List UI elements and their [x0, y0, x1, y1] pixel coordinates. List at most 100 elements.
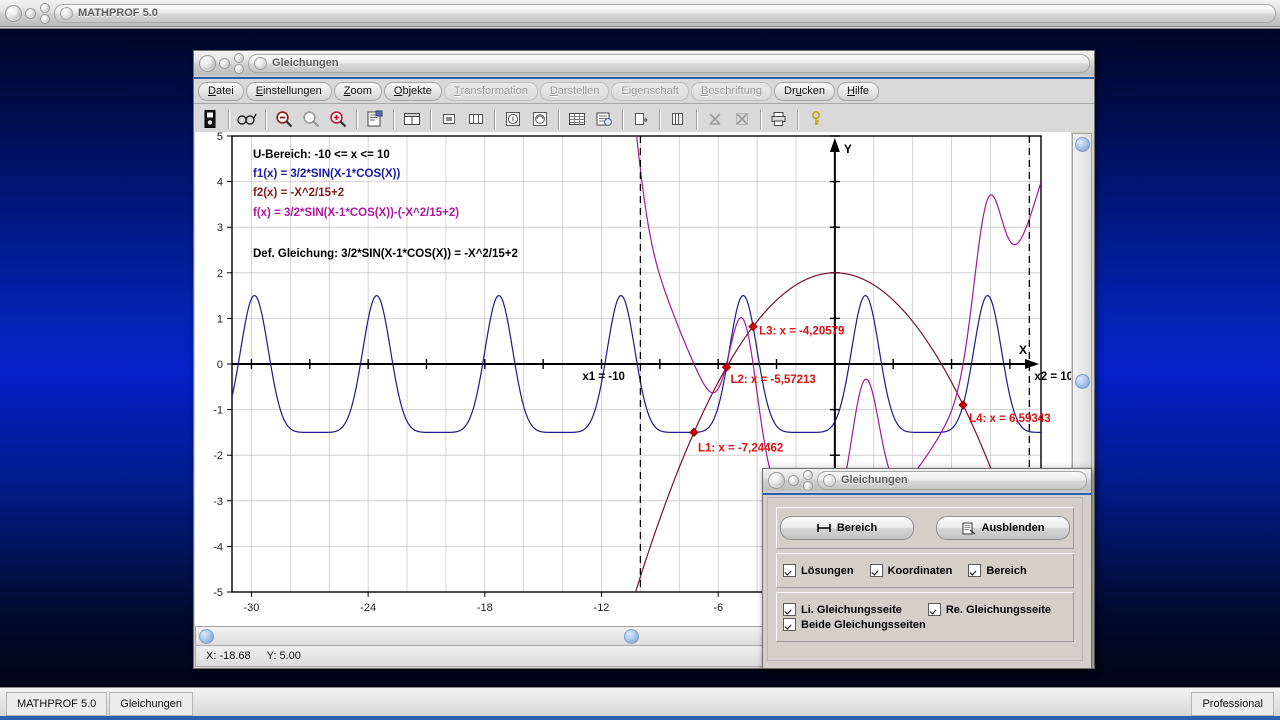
- checkmark-icon: [927, 603, 941, 616]
- properties-icon[interactable]: [362, 107, 388, 131]
- ausblenden-button-label: Ausblenden: [981, 522, 1045, 534]
- edition-badge: Professional: [1191, 692, 1274, 716]
- restore-button-icon[interactable]: [234, 63, 244, 74]
- equations-titlebar-area: Gleichungen: [194, 51, 1094, 79]
- checkbox-label: Koordinaten: [887, 564, 953, 577]
- calculator-icon[interactable]: [197, 107, 223, 131]
- screen: MATHPROF 5.0 Gleichungen D atei E instel…: [0, 0, 1280, 720]
- minimize-button-icon[interactable]: [219, 57, 230, 69]
- checkbox-label: Li. Gleichungsseite: [801, 603, 902, 616]
- menu-item-zoom[interactable]: Zoom: [333, 81, 382, 101]
- menu-item-darstellen: Darstellen: [539, 81, 610, 101]
- checkbox-r2-0[interactable]: Li. Gleichungsseite: [783, 603, 902, 616]
- dialog-body: Bereich Ausblenden Lösungen Koordinaten Be…: [767, 497, 1083, 661]
- refresh-icon[interactable]: [527, 107, 553, 131]
- bereich-button[interactable]: Bereich: [780, 516, 914, 540]
- dialog-title: Gleichungen: [817, 470, 1087, 490]
- dialog-window-controls[interactable]: [763, 469, 813, 491]
- minimize-button-icon[interactable]: [25, 7, 36, 19]
- info-icon[interactable]: [500, 107, 526, 131]
- window-controls[interactable]: [0, 0, 50, 26]
- single-pane-icon[interactable]: [436, 107, 462, 131]
- annotation-text: U-Bereich: -10 <= x <= 10: [253, 149, 390, 161]
- toolbar-separator: [494, 109, 495, 129]
- menu-item-datei[interactable]: Datei: [198, 81, 244, 101]
- dialog-title-text: Gleichungen: [841, 474, 908, 486]
- table-icon[interactable]: [564, 107, 590, 131]
- checkbox-r1-2[interactable]: Bereich: [968, 564, 1027, 577]
- maximize-button-icon[interactable]: [234, 52, 244, 63]
- close-button-icon[interactable]: [199, 54, 216, 72]
- application-title-text: MATHPROF 5.0: [78, 7, 158, 19]
- taskbar-item-mathprof[interactable]: MATHPROF 5.0: [6, 692, 108, 716]
- vscroll-thumb[interactable]: [1075, 374, 1090, 389]
- restore-button-icon[interactable]: [40, 13, 50, 24]
- checkbox-r3-0[interactable]: Beide Gleichungsseiten: [783, 618, 926, 631]
- key-icon[interactable]: [803, 107, 829, 131]
- status-x-value: X: -18.68: [206, 650, 251, 662]
- window-layout-icon[interactable]: [399, 107, 425, 131]
- split-pane-icon[interactable]: [463, 107, 489, 131]
- glasses-icon[interactable]: [234, 107, 260, 131]
- dialog-titlebar: Gleichungen: [763, 469, 1091, 491]
- hscroll-thumb[interactable]: [624, 629, 639, 644]
- svg-text:-30: -30: [243, 602, 259, 614]
- annotation-text: L2: x = -5,57213: [730, 374, 815, 386]
- toolbar-separator: [430, 109, 431, 129]
- menu-item-hilfe[interactable]: Hilfe: [836, 81, 879, 101]
- annotation-text: L4: x = 6,59343: [969, 413, 1051, 425]
- annotation-text: L1: x = -7,24462: [698, 442, 783, 454]
- checkbox-r2-1[interactable]: Re. Gleichungsseite: [927, 603, 1051, 616]
- close-button-icon[interactable]: [5, 4, 22, 22]
- maximize-button-icon[interactable]: [40, 2, 50, 13]
- report-icon[interactable]: [591, 107, 617, 131]
- annotation-text: L3: x = -4,20579: [759, 326, 844, 338]
- zoom-reset-icon[interactable]: [298, 107, 324, 131]
- dialog-icon: [823, 473, 836, 487]
- export-icon[interactable]: [628, 107, 654, 131]
- close-button-icon[interactable]: [768, 471, 785, 489]
- menu-item-objekte[interactable]: Objekte: [383, 81, 442, 101]
- checkmark-icon: [869, 564, 883, 577]
- status-y-value: Y: 5.00: [266, 650, 301, 662]
- equations-window-controls[interactable]: [194, 51, 244, 75]
- copy-icon[interactable]: [665, 107, 691, 131]
- delete-icon[interactable]: [702, 107, 728, 131]
- svg-text:0: 0: [217, 359, 223, 371]
- svg-text:3: 3: [217, 222, 223, 234]
- menu-item-drucken[interactable]: Dr u cken: [774, 81, 835, 101]
- ausblenden-button[interactable]: Ausblenden: [936, 516, 1070, 540]
- toolbar: [194, 104, 1094, 135]
- annotation-text: f(x) = 3/2*SIN(X-1*COS(X))-(-X^2/15+2): [253, 207, 459, 219]
- zoom-in-icon[interactable]: [325, 107, 351, 131]
- restore-button-icon[interactable]: [803, 480, 813, 491]
- vscroll-thumb-top[interactable]: [1075, 137, 1090, 152]
- taskbar: MATHPROF 5.0 Gleichungen Professional: [0, 687, 1280, 720]
- hscroll-thumb-left[interactable]: [199, 629, 214, 644]
- taskbar-item-gleichungen[interactable]: Gleichungen: [109, 692, 194, 716]
- minimize-button-icon[interactable]: [788, 474, 799, 486]
- checkbox-r1-0[interactable]: Lösungen: [783, 564, 854, 577]
- toolbar-separator: [760, 109, 761, 129]
- svg-text:-12: -12: [594, 602, 610, 614]
- svg-text:-24: -24: [360, 602, 376, 614]
- equations-window-title: Gleichungen: [248, 53, 1090, 73]
- bereich-button-label: Bereich: [836, 522, 878, 534]
- annotation-text: f2(x) = -X^2/15+2: [253, 187, 344, 199]
- toolbar-separator: [622, 109, 623, 129]
- maximize-button-icon[interactable]: [803, 469, 813, 480]
- application-window: MATHPROF 5.0: [0, 0, 1280, 29]
- checkmark-icon: [783, 603, 796, 616]
- checkbox-r1-1[interactable]: Koordinaten: [869, 564, 953, 577]
- menubar: Datei Einstellungen Zoom Objekte Transformat…: [194, 79, 1094, 104]
- menu-item-einstellungen[interactable]: Einstellungen: [245, 81, 332, 101]
- delete-all-icon[interactable]: [729, 107, 755, 131]
- svg-text:2: 2: [217, 268, 223, 280]
- toolbar-separator: [558, 109, 559, 129]
- zoom-out-icon[interactable]: [271, 107, 297, 131]
- toolbar-separator: [356, 109, 357, 129]
- annotation-text: f1(x) = 3/2*SIN(X-1*COS(X)): [253, 168, 400, 180]
- print-icon[interactable]: [766, 107, 792, 131]
- equations-options-dialog[interactable]: Gleichungen Bereich Ausblenden Lösungen …: [762, 468, 1092, 669]
- dialog-titlebar-area: Gleichungen: [763, 469, 1091, 495]
